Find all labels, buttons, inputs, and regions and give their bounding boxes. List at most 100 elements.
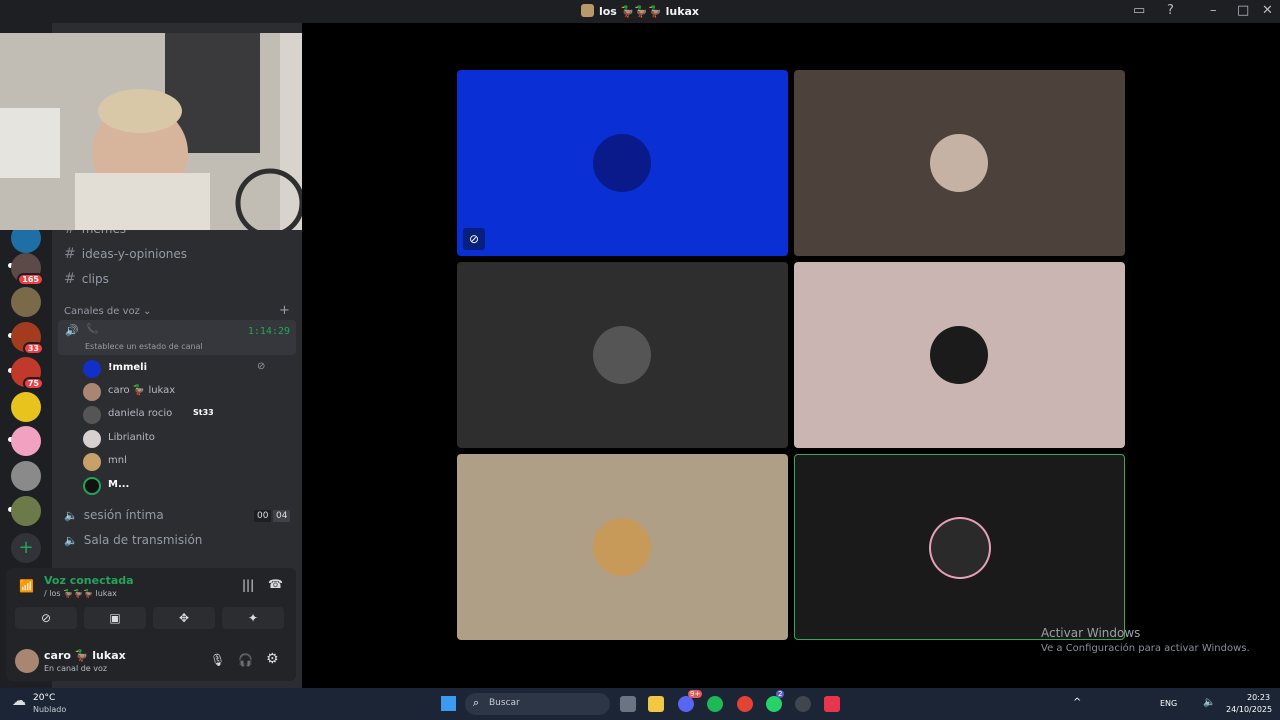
microphone-icon[interactable]: 🎙	[210, 653, 225, 667]
voice-status[interactable]: Voz conectada	[44, 574, 134, 587]
user-status: En canal de voz	[44, 664, 108, 673]
tiktok-icon[interactable]	[824, 696, 840, 712]
server-icon[interactable]	[11, 392, 41, 422]
server-badge: 75	[22, 377, 44, 390]
server-icon[interactable]	[11, 461, 41, 491]
video-tile[interactable]	[794, 70, 1125, 256]
user-count: 00	[254, 510, 272, 522]
member-tag: St33	[193, 408, 214, 417]
avatar	[930, 134, 988, 192]
discord-badge: 9+	[688, 690, 703, 698]
screen-share-icon: ▣	[109, 611, 121, 625]
user-limit: 04	[273, 510, 291, 522]
start-icon[interactable]	[441, 696, 456, 711]
activities-button[interactable]: ✥	[153, 607, 215, 629]
camera-button[interactable]: ⊘	[15, 607, 77, 629]
title-bar: los 🦆🦆🦆 lukax ▭ ? – □ ✕	[0, 0, 1280, 23]
avatar	[83, 383, 101, 401]
speaker-icon: 🔈	[64, 509, 78, 522]
video-tile-speaking[interactable]	[794, 454, 1125, 640]
clock-date[interactable]: 24/10/2025	[1226, 705, 1272, 714]
voice-panel: 📶 Voz conectada / los 🦆🦆🦆 lukax ||| ☎ ⊘ …	[6, 568, 296, 681]
avatar	[593, 134, 651, 192]
voice-channel[interactable]: 🔈 Sala de transmisión	[64, 533, 202, 547]
close-button[interactable]: ✕	[1262, 3, 1273, 18]
soundboard-icon: ✦	[247, 611, 259, 625]
headphones-icon[interactable]: 🎧	[238, 653, 253, 667]
add-channel-icon[interactable]: +	[279, 303, 290, 318]
whatsapp-badge: 2	[776, 690, 785, 698]
search-label: Buscar	[489, 698, 520, 708]
disconnect-icon[interactable]: ☎	[268, 577, 283, 591]
server-icon[interactable]	[11, 426, 41, 456]
file-explorer-icon[interactable]	[648, 696, 664, 712]
speaker-icon: 🔈	[64, 534, 78, 547]
search-icon: ⌕	[473, 696, 480, 709]
speaker-icon: 🔊	[65, 324, 79, 337]
soundboard-button[interactable]: ✦	[222, 607, 284, 629]
minimize-button[interactable]: –	[1210, 3, 1217, 18]
weather-icon[interactable]: ☁	[12, 693, 26, 709]
signal-icon: 📶	[19, 579, 34, 593]
weather-desc[interactable]: Nublado	[33, 705, 66, 714]
webcam-image	[0, 33, 350, 230]
taskbar: ☁ 20°C Nublado ⌕ Buscar 9+ 2 ^ ENG 🔈 20:…	[0, 688, 1280, 720]
discord-icon[interactable]	[678, 696, 694, 712]
settings-icon[interactable]: ⚙	[266, 651, 279, 667]
camera-off-icon: ⊘	[463, 228, 485, 250]
noise-suppression-icon[interactable]: |||	[242, 578, 254, 592]
camera-off-icon: ⊘	[40, 611, 52, 625]
weather-temp[interactable]: 20°C	[33, 693, 55, 703]
webcam-overlay[interactable]	[0, 33, 350, 230]
voice-channel-name[interactable]: / los 🦆🦆🦆 lukax	[44, 589, 117, 598]
channel-status[interactable]: Establece un estado de canal	[85, 342, 203, 351]
text-channel[interactable]: # ideas-y-opiniones	[64, 246, 187, 262]
volume-icon[interactable]: 🔈	[1203, 697, 1215, 708]
server-icon[interactable]	[11, 287, 41, 317]
clock-time[interactable]: 20:23	[1247, 693, 1270, 702]
server-badge: 33	[22, 342, 44, 355]
maximize-button[interactable]: □	[1237, 3, 1249, 18]
voice-member[interactable]: !mmeli ⊘	[83, 359, 288, 379]
server-icon[interactable]	[11, 496, 41, 526]
activation-watermark-title: Activar Windows	[1041, 626, 1141, 640]
search-box[interactable]: ⌕ Buscar	[465, 693, 610, 715]
voice-category[interactable]: Canales de voz ⌄	[64, 306, 151, 317]
avatar[interactable]	[15, 649, 39, 673]
add-server-icon[interactable]: +	[11, 533, 41, 563]
server-icon	[580, 4, 594, 17]
phone-icon: 📞	[86, 324, 99, 335]
task-view-icon[interactable]	[620, 696, 636, 712]
activities-icon: ✥	[178, 611, 190, 625]
avatar	[930, 326, 988, 384]
server-icon[interactable]: 33	[11, 322, 44, 355]
video-tile[interactable]	[457, 262, 788, 448]
avatar	[593, 518, 651, 576]
screen-share-button[interactable]: ▣	[84, 607, 146, 629]
inbox-icon[interactable]: ▭	[1133, 3, 1145, 18]
user-name: caro 🦆 lukax	[44, 649, 126, 662]
server-icon[interactable]: 165	[11, 253, 44, 286]
hash-icon: #	[64, 271, 76, 287]
video-tile[interactable]	[794, 262, 1125, 448]
activation-watermark-subtitle: Ve a Configuración para activar Windows.	[1041, 643, 1250, 654]
server-icon[interactable]: 75	[11, 357, 44, 390]
tray-chevron-icon[interactable]: ^	[1073, 697, 1081, 708]
active-voice-channel[interactable]: 🔊 📞 1:14:29 Establece un estado de canal	[58, 320, 296, 355]
language-indicator[interactable]: ENG	[1160, 699, 1177, 708]
avatar	[83, 453, 101, 471]
spotify-icon[interactable]	[707, 696, 723, 712]
chrome-icon[interactable]	[737, 696, 753, 712]
avatar	[83, 477, 101, 495]
help-icon[interactable]: ?	[1167, 3, 1174, 18]
hash-icon: #	[64, 246, 76, 262]
server-badge: 165	[17, 273, 44, 286]
app-icon[interactable]	[795, 696, 811, 712]
video-stage: ⊘	[302, 23, 1280, 688]
whatsapp-icon[interactable]	[766, 696, 782, 712]
voice-channel[interactable]: 🔈 sesión íntima	[64, 508, 164, 522]
video-tile[interactable]: ⊘	[457, 70, 788, 256]
avatar	[593, 326, 651, 384]
video-tile[interactable]	[457, 454, 788, 640]
text-channel[interactable]: # clips	[64, 271, 109, 287]
